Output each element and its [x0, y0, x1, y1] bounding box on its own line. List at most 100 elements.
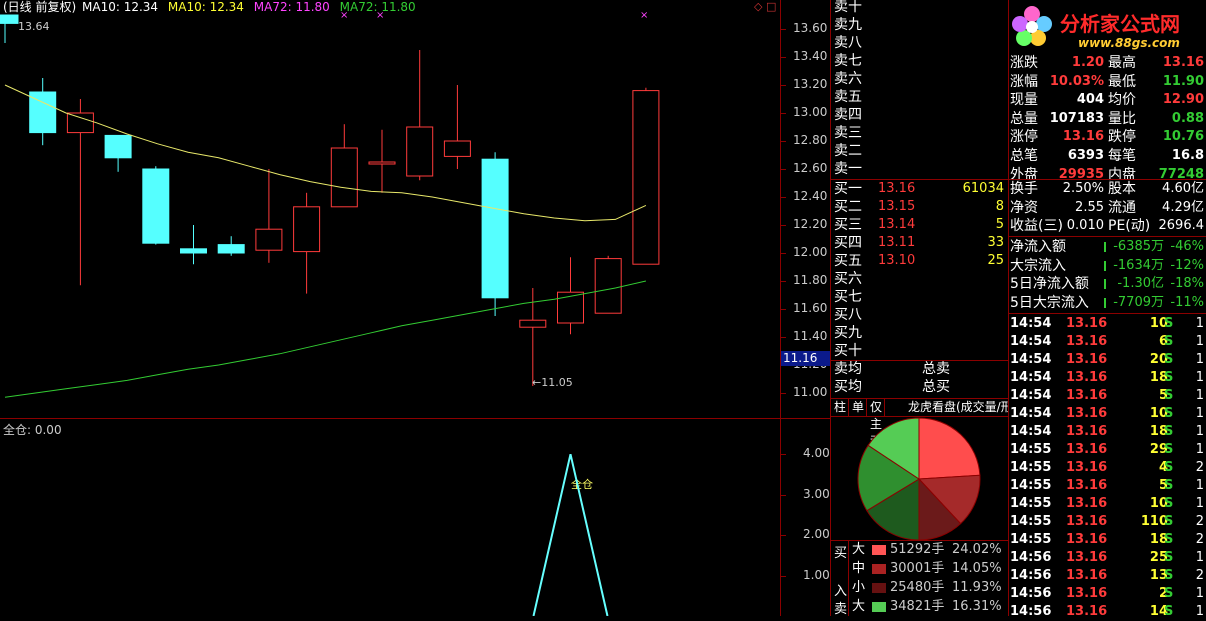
price-tick-label: 13.40: [793, 49, 828, 63]
buy-level-row[interactable]: 买十: [834, 342, 1006, 360]
info-label-1: 收益(三): [1010, 218, 1063, 235]
sell-level-row[interactable]: 卖十: [834, 0, 1006, 16]
tick-price: 13.16: [1066, 532, 1108, 547]
buy-level-volume: 8: [995, 199, 1004, 214]
quote-label-2: 量比: [1108, 110, 1136, 127]
tick-side: S: [1164, 532, 1174, 547]
price-tick-mark: [781, 169, 786, 170]
tab-0[interactable]: 柱: [832, 399, 850, 416]
buy-level-label: 买二: [834, 199, 862, 215]
sell-level-row[interactable]: 卖五: [834, 88, 1006, 106]
sell-level-row[interactable]: 卖九: [834, 16, 1006, 34]
sell-level-row[interactable]: 卖三: [834, 124, 1006, 142]
tick-price: 13.16: [1066, 604, 1108, 619]
price-tick-label: 11.80: [793, 273, 828, 287]
logo[interactable]: 分析家公式网 www.88gs.com: [1010, 2, 1206, 54]
quote-label-1: 涨跌: [1010, 55, 1038, 71]
tick-time: 14:55: [1010, 478, 1052, 493]
indicator-tick-label: 2.00: [803, 527, 830, 542]
price-axis: 13.60 13.40 13.20 13.00 12.80 12.60 12.40 12.20…: [0, 0, 830, 418]
tick-price: 13.16: [1066, 586, 1108, 601]
buy-level-row[interactable]: 买八: [834, 306, 1006, 324]
buy-level-price: 13.11: [878, 235, 916, 250]
sell-level-row[interactable]: 卖八: [834, 34, 1006, 52]
tick-count: 1: [1195, 370, 1204, 385]
info-value-2: 2696.4: [1158, 218, 1205, 234]
price-tick-mark: [781, 57, 786, 58]
tick-row: 14:54 13.16 5 S 1: [1010, 387, 1206, 405]
tick-time: 14:55: [1010, 514, 1052, 529]
info-border: [1008, 0, 1009, 616]
buy-level-label: 买一: [834, 181, 862, 197]
bs-swatch: [872, 545, 886, 555]
tick-side: S: [1164, 568, 1174, 583]
buy-level-row[interactable]: 买五 13.10 25: [834, 252, 1006, 270]
tick-price: 13.16: [1066, 514, 1108, 529]
buy-level-row[interactable]: 买二 13.15 8: [834, 198, 1006, 216]
indicator-tick-label: 1.00: [803, 567, 830, 582]
info-value-2: 4.60亿: [1162, 181, 1204, 196]
tick-side: S: [1164, 442, 1174, 457]
flow-pct: -12%: [1170, 257, 1204, 273]
quote-label-2: 跌停: [1108, 129, 1136, 146]
sell-level-row[interactable]: 卖二: [834, 142, 1006, 160]
tick-row: 14:55 13.16 4 S 2: [1010, 459, 1206, 477]
bs-hands: 34821手: [890, 599, 945, 614]
buy-level-label: 买七: [834, 289, 862, 305]
tick-price: 13.16: [1066, 442, 1108, 457]
avg-row: 买均 总买: [834, 378, 1006, 396]
info-value-1: 2.50%: [1062, 181, 1104, 196]
tick-side: S: [1164, 388, 1174, 403]
quote-label-1: 涨幅: [1010, 73, 1038, 90]
tab-1[interactable]: 单: [850, 399, 868, 416]
price-tick-label: 12.00: [793, 245, 828, 259]
tab-2[interactable]: 仅主动: [868, 399, 886, 448]
bs-hands: 30001手: [890, 561, 945, 576]
tick-price: 13.16: [1066, 478, 1108, 493]
buy-level-price: 13.15: [878, 199, 916, 214]
buy-level-row[interactable]: 买六: [834, 270, 1006, 288]
flow-bar: [1104, 297, 1106, 308]
indicator-axis: 4.00 3.00 2.00 1.00: [0, 418, 830, 616]
buy-level-row[interactable]: 买一 13.16 61034: [834, 180, 1006, 198]
sell-level-row[interactable]: 卖七: [834, 52, 1006, 70]
tick-row: 14:56 13.16 14 S 1: [1010, 603, 1206, 621]
buy-level-row[interactable]: 买九: [834, 324, 1006, 342]
buy-level-price: 13.10: [878, 253, 916, 268]
tick-count: 2: [1195, 514, 1204, 529]
buy-level-label: 买五: [834, 253, 862, 269]
flow-pct: -46%: [1170, 239, 1204, 254]
bs-pct: 24.02%: [952, 542, 1002, 557]
sell-level-row[interactable]: 卖六: [834, 70, 1006, 88]
tab-3[interactable]: 龙虎看盘(成交量/形: [906, 399, 1008, 416]
tick-time: 14:56: [1010, 568, 1052, 583]
buy-level-label: 买十: [834, 343, 862, 359]
price-tick-mark: [781, 29, 786, 30]
tick-row: 14:56 13.16 13 S 2: [1010, 567, 1206, 585]
buy-level-row[interactable]: 买七: [834, 288, 1006, 306]
tick-side: S: [1164, 604, 1174, 619]
sell-level-row[interactable]: 卖一: [834, 160, 1006, 178]
price-tick-mark: [781, 393, 786, 394]
pie-chart[interactable]: [830, 417, 1008, 541]
tick-side: S: [1164, 424, 1174, 439]
info-label-1: 净资: [1010, 199, 1038, 216]
sell-level-label: 卖九: [834, 17, 862, 33]
tick-time: 14:56: [1010, 550, 1052, 565]
buy-level-row[interactable]: 买三 13.14 5: [834, 216, 1006, 234]
tick-row: 14:55 13.16 18 S 2: [1010, 531, 1206, 549]
indicator-tick-mark: [781, 575, 786, 577]
buy-level-volume: 5: [995, 217, 1004, 232]
bs-row: 大 51292手 24.02%: [834, 541, 1006, 559]
info-row: 换手 2.50% 股本 4.60亿: [1010, 180, 1206, 198]
sell-level-row[interactable]: 卖四: [834, 106, 1006, 124]
tick-price: 13.16: [1066, 496, 1108, 511]
tick-row: 14:54 13.16 20 S 1: [1010, 351, 1206, 369]
quote-label-2: 每笔: [1108, 148, 1136, 164]
indicator-tick-mark: [781, 535, 786, 537]
quote-value-2: 11.90: [1162, 73, 1204, 89]
buy-level-row[interactable]: 买四 13.11 33: [834, 234, 1006, 252]
indicator-tick-mark: [781, 454, 786, 456]
buy-level-price: 13.16: [878, 181, 916, 196]
tick-time: 14:54: [1010, 388, 1052, 403]
